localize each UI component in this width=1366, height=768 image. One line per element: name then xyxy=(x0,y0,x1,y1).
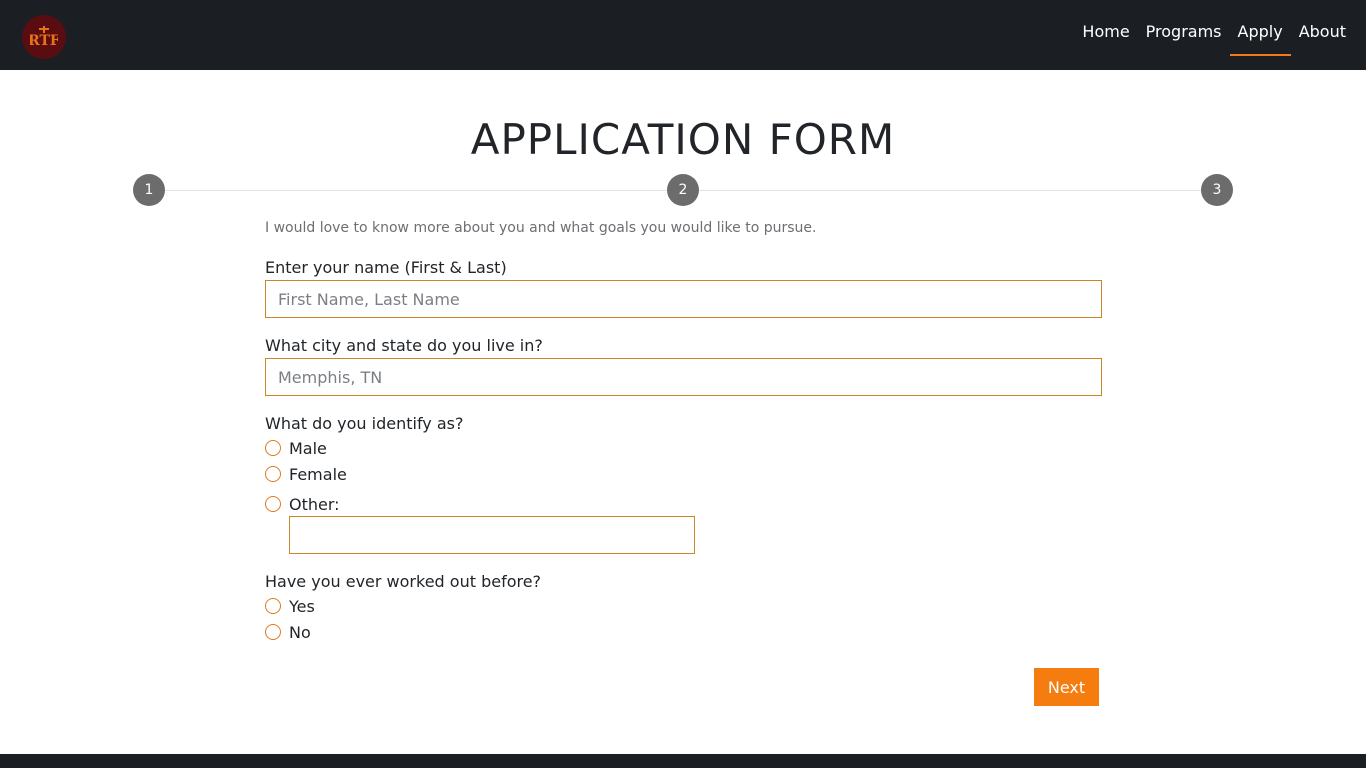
svg-text:RTF: RTF xyxy=(30,33,58,49)
step-1: 1 xyxy=(133,174,165,206)
name-label: Enter your name (First & Last) xyxy=(265,258,507,277)
nav-link-apply[interactable]: Apply xyxy=(1229,0,1291,56)
city-label: What city and state do you live in? xyxy=(265,336,543,355)
logo[interactable]: RTF xyxy=(22,15,66,59)
form-intro: I would love to know more about you and … xyxy=(265,220,817,236)
city-input[interactable] xyxy=(265,358,1102,396)
radio-label-yes: Yes xyxy=(289,596,315,616)
nav-link-programs[interactable]: Programs xyxy=(1138,0,1230,56)
nav-link-about[interactable]: About xyxy=(1291,0,1354,56)
worked-out-option-no[interactable]: No xyxy=(265,621,311,643)
page-title: APPLICATION FORM xyxy=(470,115,896,164)
nav-link-home[interactable]: Home xyxy=(1074,0,1137,56)
step-2: 2 xyxy=(667,174,699,206)
identify-option-male[interactable]: Male xyxy=(265,437,327,459)
name-input[interactable] xyxy=(265,280,1102,318)
radio-label-other: Other: xyxy=(289,494,340,514)
radio-female[interactable] xyxy=(265,466,281,482)
radio-male[interactable] xyxy=(265,440,281,456)
step-progress: 1 2 3 xyxy=(133,174,1233,206)
other-identity-input[interactable] xyxy=(289,516,695,554)
nav-links: Home Programs Apply About xyxy=(1074,0,1354,70)
identify-label: What do you identify as? xyxy=(265,414,464,433)
navbar: RTF Home Programs Apply About xyxy=(0,0,1366,70)
next-button[interactable]: Next xyxy=(1034,668,1099,706)
radio-no[interactable] xyxy=(265,624,281,640)
identify-option-female[interactable]: Female xyxy=(265,463,347,485)
radio-label-male: Male xyxy=(289,438,327,458)
step-3: 3 xyxy=(1201,174,1233,206)
radio-label-female: Female xyxy=(289,464,347,484)
radio-label-no: No xyxy=(289,622,311,642)
logo-icon: RTF xyxy=(30,26,58,49)
radio-yes[interactable] xyxy=(265,598,281,614)
footer xyxy=(0,754,1366,768)
identify-option-other[interactable]: Other: xyxy=(265,493,340,515)
radio-other[interactable] xyxy=(265,496,281,512)
worked-out-option-yes[interactable]: Yes xyxy=(265,595,315,617)
worked-out-label: Have you ever worked out before? xyxy=(265,572,542,591)
